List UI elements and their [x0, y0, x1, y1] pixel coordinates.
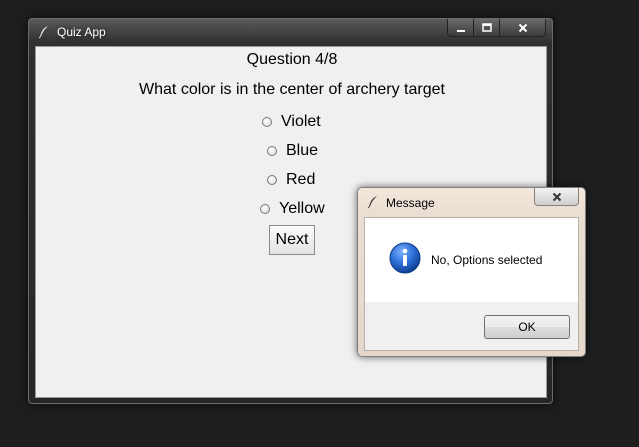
message-dialog: Message No, Options selected OK	[357, 187, 586, 357]
radio-button[interactable]	[260, 204, 270, 214]
question-text: What color is in the center of archery t…	[139, 81, 445, 98]
title-bar[interactable]: Quiz App	[29, 19, 552, 45]
radio-button[interactable]	[267, 146, 277, 156]
option-label: Violet	[281, 113, 321, 130]
feather-icon	[366, 195, 380, 209]
dialog-message: No, Options selected	[431, 253, 543, 267]
option-label: Red	[286, 171, 316, 188]
option-red[interactable]: Red	[267, 171, 315, 189]
minimize-icon	[456, 29, 465, 32]
maximize-button[interactable]	[474, 19, 500, 37]
option-label: Yellow	[279, 200, 325, 217]
minimize-button[interactable]	[447, 19, 474, 37]
close-icon	[518, 23, 527, 32]
ok-button[interactable]: OK	[484, 315, 570, 339]
option-blue[interactable]: Blue	[267, 142, 318, 160]
question-number: Question 4/8	[246, 51, 338, 68]
maximize-icon	[481, 22, 492, 32]
feather-icon	[37, 25, 51, 39]
dialog-close-button[interactable]	[534, 188, 579, 206]
dialog-message-panel: No, Options selected	[365, 218, 578, 302]
next-button[interactable]: Next	[269, 225, 315, 255]
option-label: Blue	[286, 142, 319, 159]
radio-button[interactable]	[267, 175, 277, 185]
option-yellow[interactable]: Yellow	[260, 200, 325, 218]
option-violet[interactable]: Violet	[262, 113, 321, 131]
dialog-client-area: No, Options selected OK	[364, 217, 579, 351]
close-icon	[552, 192, 561, 201]
close-button[interactable]	[500, 19, 546, 37]
window-title: Quiz App	[57, 25, 106, 39]
info-icon	[389, 242, 421, 274]
dialog-title: Message	[386, 196, 435, 210]
radio-button[interactable]	[262, 117, 272, 127]
